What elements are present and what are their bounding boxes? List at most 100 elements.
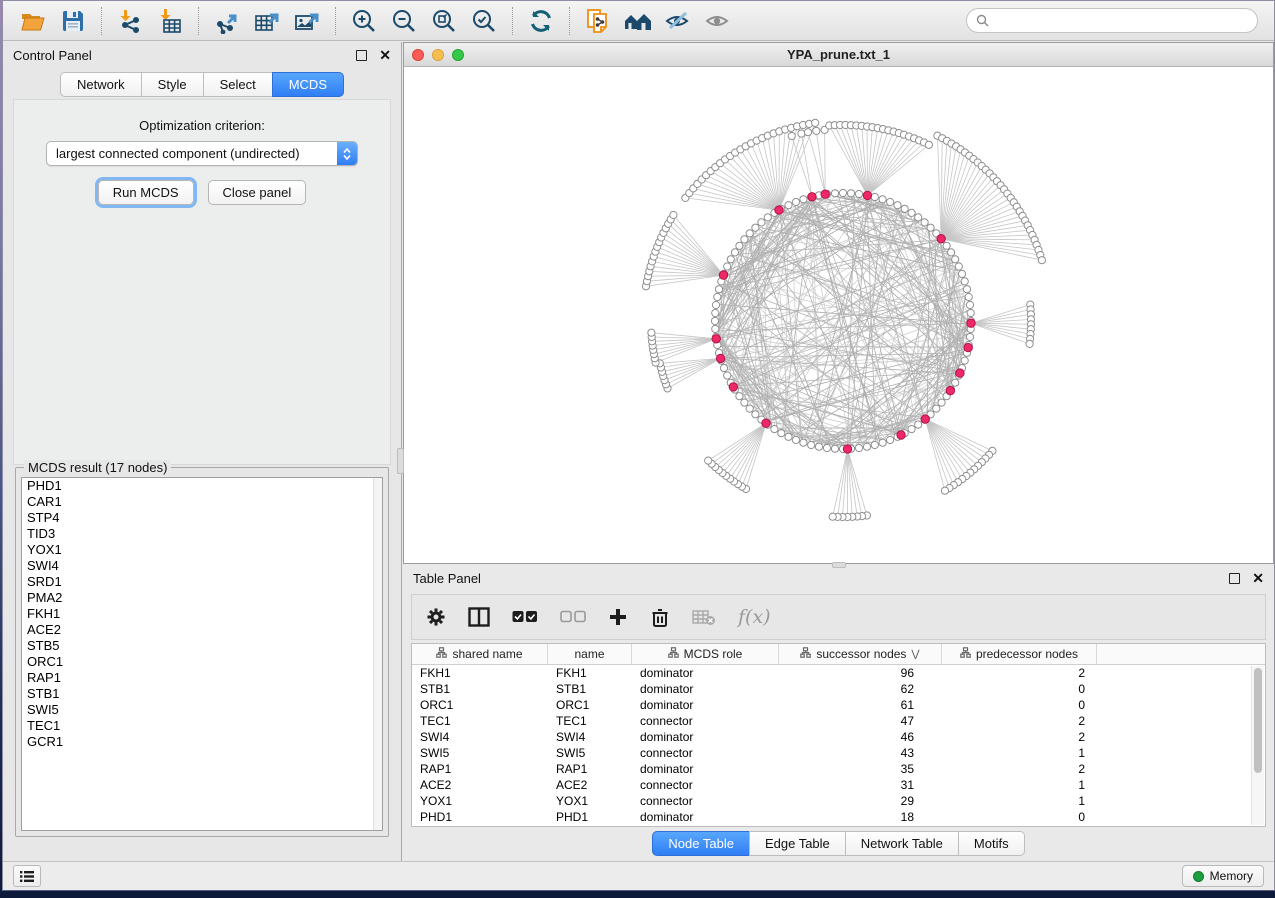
window-maximize-icon[interactable] [452,49,464,61]
search-input[interactable] [995,14,1248,28]
mcds-result-item[interactable]: RAP1 [22,670,382,686]
tab-mcds[interactable]: MCDS [272,72,344,97]
table-cell: 43 [779,746,942,760]
save-session-icon[interactable] [53,4,93,38]
table-cell: SWI5 [412,746,548,760]
table-row[interactable]: FKH1FKH1dominator962 [412,665,1265,681]
optimization-criterion-select[interactable]: largest connected component (undirected) [46,141,358,166]
show-all-icon[interactable] [698,4,738,38]
delete-columns-icon[interactable] [650,607,670,628]
close-panel-icon[interactable]: ✕ [379,48,391,62]
zoom-fit-content-icon[interactable] [424,4,464,38]
network-graph[interactable] [404,67,1272,563]
column-header-predecessor-nodes[interactable]: predecessor nodes [942,644,1097,664]
network-canvas[interactable] [404,67,1273,563]
mcds-result-item[interactable]: SRD1 [22,574,382,590]
float-panel-icon[interactable] [1229,573,1240,584]
mcds-result-item[interactable]: FKH1 [22,606,382,622]
first-neighbors-of-selected-icon[interactable] [618,4,658,38]
mcds-result-item[interactable]: YOX1 [22,542,382,558]
column-header-MCDS-role[interactable]: MCDS role [632,644,779,664]
delete-table-icon[interactable] [692,609,716,626]
mcds-result-item[interactable]: STP4 [22,510,382,526]
open-file-icon[interactable] [13,4,53,38]
column-type-icon [800,647,811,661]
table-cell: ACE2 [548,778,632,792]
mcds-result-list[interactable]: PHD1CAR1STP4TID3YOX1SWI4SRD1PMA2FKH1ACE2… [21,477,383,831]
mcds-result-item[interactable]: SWI4 [22,558,382,574]
mcds-result-item[interactable]: TID3 [22,526,382,542]
import-network-from-file-icon[interactable] [110,4,150,38]
export-network-icon[interactable] [207,4,247,38]
table-row[interactable]: STB1STB1dominator620 [412,681,1265,697]
tab-select[interactable]: Select [203,72,272,97]
import-table-from-file-icon[interactable] [150,4,190,38]
table-panel-title: Table Panel [413,571,1229,586]
export-table-icon[interactable] [247,4,287,38]
memory-label: Memory [1210,869,1253,883]
column-header-shared-name[interactable]: shared name [412,644,548,664]
tab-network[interactable]: Network [60,72,141,97]
sort-menu-icon[interactable]: ⋁ [911,649,919,660]
tab-edge-table[interactable]: Edge Table [749,831,845,856]
apply-preferred-layout-icon[interactable] [521,4,561,38]
window-minimize-icon[interactable] [432,49,444,61]
table-cell: connector [632,794,779,808]
table-options-icon[interactable] [426,607,446,627]
select-all-columns-icon[interactable] [512,610,538,624]
table-cell: 18 [779,810,942,824]
table-row[interactable]: PHD1PHD1dominator180 [412,809,1265,825]
window-close-icon[interactable] [412,49,424,61]
table-row[interactable]: ACE2ACE2connector311 [412,777,1265,793]
mcds-result-item[interactable]: GCR1 [22,734,382,750]
mcds-result-item[interactable]: PMA2 [22,590,382,606]
tab-node-table[interactable]: Node Table [652,831,749,856]
mcds-result-item[interactable]: CAR1 [22,494,382,510]
dropdown-stepper-icon [337,141,357,166]
close-panel-icon[interactable]: ✕ [1252,571,1264,585]
horizontal-splitter-grip[interactable] [832,562,846,568]
export-image-icon[interactable] [287,4,327,38]
close-panel-button[interactable]: Close panel [208,180,307,205]
mcds-result-item[interactable]: ORC1 [22,654,382,670]
mcds-result-item[interactable]: PHD1 [22,478,382,494]
table-row[interactable]: TEC1TEC1connector472 [412,713,1265,729]
table-cell: dominator [632,810,779,824]
table-cell: 1 [942,778,1097,792]
function-builder-icon[interactable]: f(x) [738,606,771,628]
memory-button[interactable]: Memory [1182,865,1264,887]
table-scrollbar[interactable] [1251,666,1264,825]
zoom-out-icon[interactable] [384,4,424,38]
zoom-in-icon[interactable] [344,4,384,38]
mcds-result-item[interactable]: STB5 [22,638,382,654]
run-mcds-button[interactable]: Run MCDS [98,180,194,205]
table-row[interactable]: SWI5SWI5connector431 [412,745,1265,761]
column-header-successor-nodes[interactable]: successor nodes⋁ [779,644,942,664]
duplicate-network-icon[interactable] [578,4,618,38]
table-scrollbar-thumb[interactable] [1254,668,1262,773]
column-header-name[interactable]: name [548,644,632,664]
tab-motifs[interactable]: Motifs [958,831,1025,856]
mcds-result-item[interactable]: STB1 [22,686,382,702]
create-column-icon[interactable] [608,607,628,627]
table-row[interactable]: YOX1YOX1connector291 [412,793,1265,809]
tab-network-table[interactable]: Network Table [845,831,958,856]
table-cell: 2 [942,762,1097,776]
search-box[interactable] [966,8,1258,33]
vertical-splitter-grip[interactable] [397,448,404,474]
table-row[interactable]: RAP1RAP1dominator352 [412,761,1265,777]
show-columns-icon[interactable] [468,607,490,627]
mcds-list-scrollbar[interactable] [373,478,382,830]
mcds-result-item[interactable]: ACE2 [22,622,382,638]
deselect-all-columns-icon[interactable] [560,610,586,624]
tab-style[interactable]: Style [141,72,203,97]
float-panel-icon[interactable] [356,50,367,61]
mcds-result-item[interactable]: TEC1 [22,718,382,734]
hide-selected-icon[interactable] [658,4,698,38]
mcds-result-item[interactable]: SWI5 [22,702,382,718]
table-row[interactable]: SWI4SWI4dominator462 [412,729,1265,745]
table-row[interactable]: ORC1ORC1dominator610 [412,697,1265,713]
show-task-history-button[interactable] [13,865,41,887]
zoom-selected-region-icon[interactable] [464,4,504,38]
toolbar-separator [335,7,336,35]
